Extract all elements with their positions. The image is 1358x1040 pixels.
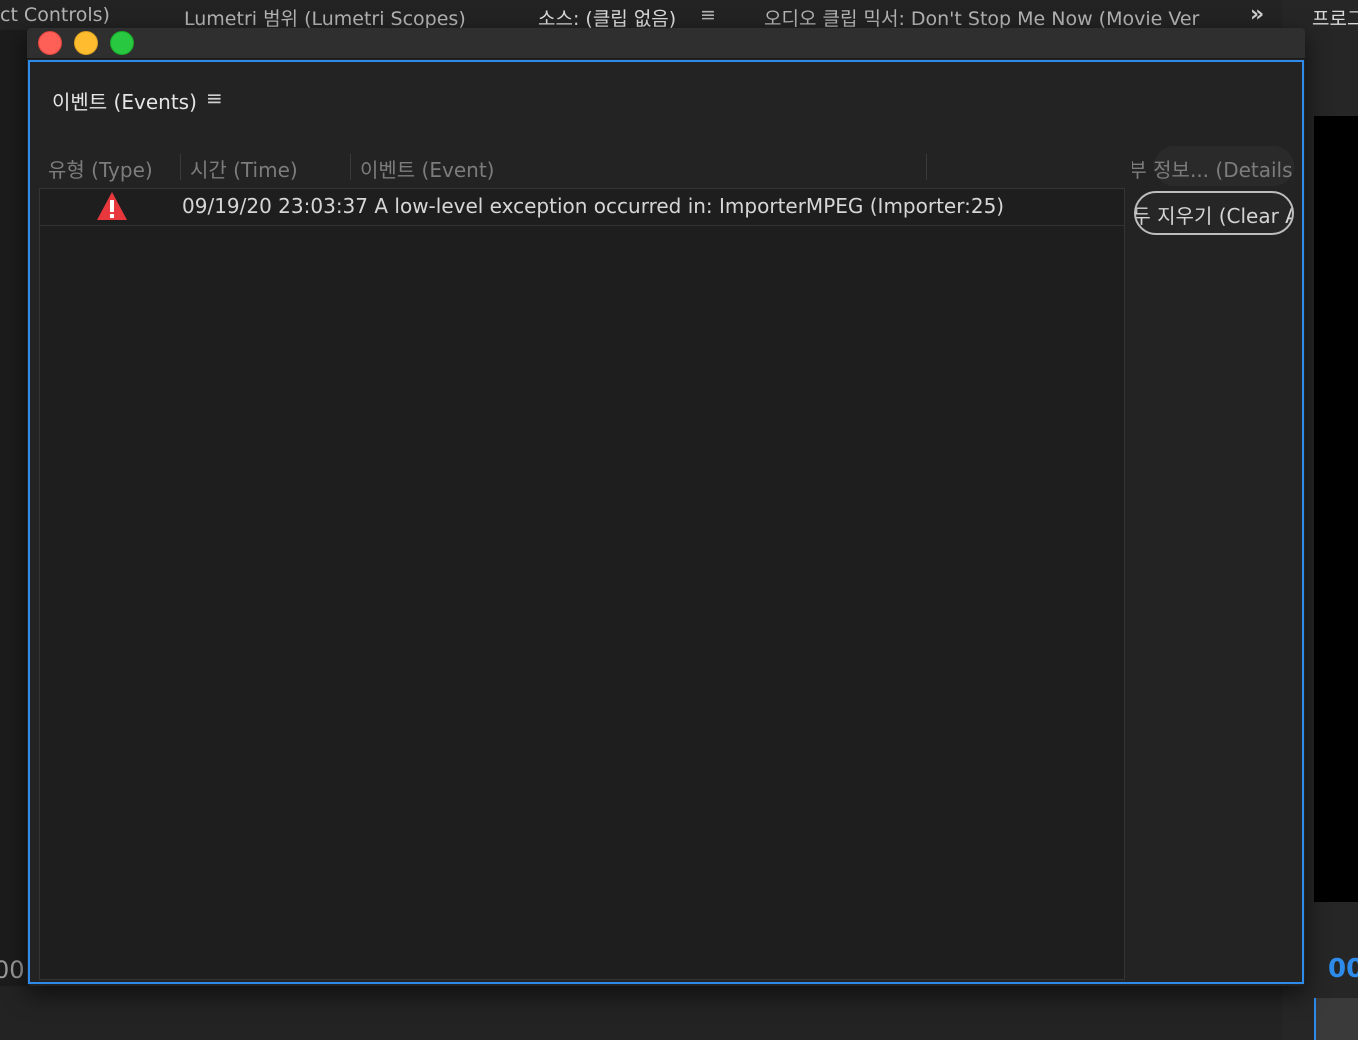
events-panel: 이벤트 (Events) ≡ 유형 (Type) 시간 (Time) 이벤트 (…: [28, 60, 1304, 984]
warning-triangle-icon: [97, 192, 127, 220]
source-timecode[interactable]: 00: [0, 956, 25, 984]
clear-all-label: 모두 지우기 (Clear All): [1134, 204, 1292, 228]
app-root: ct Controls) Lumetri 범위 (Lumetri Scopes)…: [0, 0, 1358, 1040]
timeline-ruler[interactable]: [1314, 998, 1358, 1040]
program-monitor-video: [1314, 116, 1358, 902]
clear-all-button[interactable]: 모두 지우기 (Clear All): [1134, 191, 1294, 235]
panel-title: 이벤트 (Events): [52, 90, 197, 114]
details-header-area: 세부 정보... (Details...): [1132, 146, 1294, 188]
table-row[interactable]: 09/19/20 23:03:37 A low-level exception …: [40, 189, 1124, 226]
tab-menu-icon[interactable]: ≡: [700, 4, 716, 26]
details-button[interactable]: 세부 정보... (Details...): [1132, 154, 1294, 183]
window-zoom-button[interactable]: [110, 31, 134, 55]
tab-source[interactable]: 소스: (클립 없음): [538, 4, 676, 31]
program-monitor-title[interactable]: 프로그: [1312, 4, 1358, 31]
panel-menu-icon[interactable]: ≡: [206, 86, 223, 110]
tab-effect-controls[interactable]: ct Controls): [0, 4, 110, 26]
program-timecode[interactable]: 00: [1328, 954, 1358, 984]
event-text: 09/19/20 23:03:37 A low-level exception …: [182, 194, 1005, 218]
column-header-time[interactable]: 시간 (Time): [190, 154, 298, 183]
events-list[interactable]: 09/19/20 23:03:37 A low-level exception …: [39, 188, 1125, 980]
window-close-button[interactable]: [38, 31, 62, 55]
tab-lumetri-scopes[interactable]: Lumetri 범위 (Lumetri Scopes): [184, 4, 466, 31]
events-window: 이벤트 (Events) ≡ 유형 (Type) 시간 (Time) 이벤트 (…: [27, 28, 1305, 986]
background-tab-bar: ct Controls) Lumetri 범위 (Lumetri Scopes)…: [0, 0, 1282, 30]
column-divider[interactable]: [180, 154, 181, 180]
column-header-event[interactable]: 이벤트 (Event): [360, 154, 494, 183]
window-titlebar[interactable]: [27, 28, 1305, 59]
column-divider[interactable]: [350, 154, 351, 180]
background-bottom-area: [0, 986, 1282, 1040]
tab-overflow-icon[interactable]: »: [1250, 2, 1264, 27]
column-header-type[interactable]: 유형 (Type): [48, 154, 153, 183]
window-minimize-button[interactable]: [74, 31, 98, 55]
tab-audio-clip-mixer[interactable]: 오디오 클립 믹서: Don't Stop Me Now (Movie Ver: [764, 4, 1204, 31]
column-divider[interactable]: [926, 154, 927, 180]
